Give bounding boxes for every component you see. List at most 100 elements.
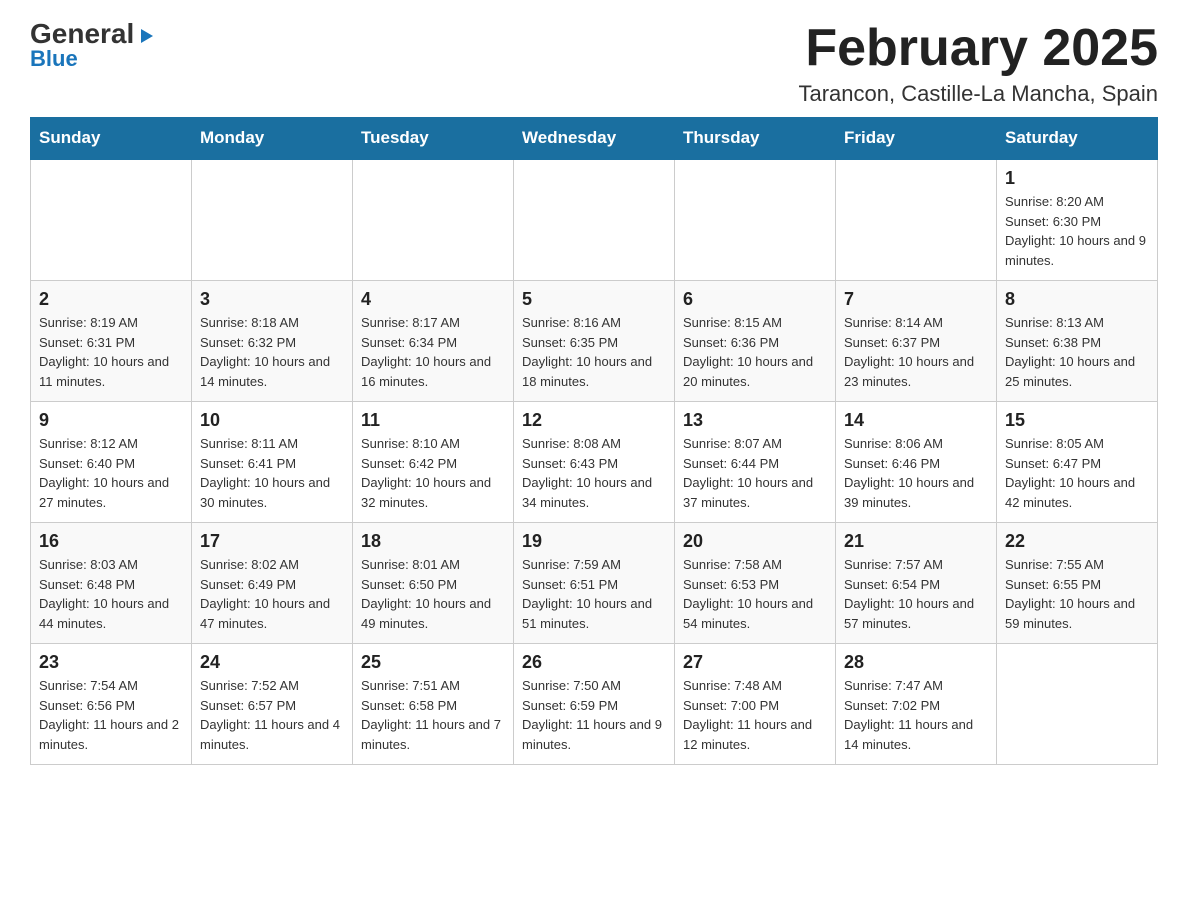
day-info: Sunrise: 7:59 AMSunset: 6:51 PMDaylight:…	[522, 555, 666, 633]
calendar-cell: 14 Sunrise: 8:06 AMSunset: 6:46 PMDayligh…	[836, 402, 997, 523]
day-number: 22	[1005, 531, 1149, 552]
month-title: February 2025	[798, 20, 1158, 77]
calendar-cell: 5 Sunrise: 8:16 AMSunset: 6:35 PMDaylight…	[514, 281, 675, 402]
day-number: 1	[1005, 168, 1149, 189]
calendar-cell	[675, 159, 836, 281]
day-info: Sunrise: 8:08 AMSunset: 6:43 PMDaylight:…	[522, 434, 666, 512]
day-info: Sunrise: 8:20 AMSunset: 6:30 PMDaylight:…	[1005, 192, 1149, 270]
calendar-cell	[836, 159, 997, 281]
calendar-cell: 4Sunrise: 8:17 AMSunset: 6:34 PMDaylight…	[353, 281, 514, 402]
calendar-cell: 19 Sunrise: 7:59 AMSunset: 6:51 PMDayligh…	[514, 523, 675, 644]
day-number: 5	[522, 289, 666, 310]
page-header: General Blue February 2025 Tarancon, Cas…	[30, 20, 1158, 107]
day-info: Sunrise: 8:16 AMSunset: 6:35 PMDaylight:…	[522, 313, 666, 391]
day-number: 12	[522, 410, 666, 431]
calendar-cell: 13 Sunrise: 8:07 AMSunset: 6:44 PMDayligh…	[675, 402, 836, 523]
calendar-cell: 28Sunrise: 7:47 AMSunset: 7:02 PMDayligh…	[836, 644, 997, 765]
calendar-cell: 17 Sunrise: 8:02 AMSunset: 6:49 PMDayligh…	[192, 523, 353, 644]
day-info: Sunrise: 8:05 AMSunset: 6:47 PMDaylight:…	[1005, 434, 1149, 512]
day-info: Sunrise: 7:55 AMSunset: 6:55 PMDaylight:…	[1005, 555, 1149, 633]
day-info: Sunrise: 8:14 AMSunset: 6:37 PMDaylight:…	[844, 313, 988, 391]
day-info: Sunrise: 8:06 AMSunset: 6:46 PMDaylight:…	[844, 434, 988, 512]
calendar-cell: 1 Sunrise: 8:20 AMSunset: 6:30 PMDaylight…	[997, 159, 1158, 281]
day-info: Sunrise: 8:07 AMSunset: 6:44 PMDaylight:…	[683, 434, 827, 512]
calendar-cell: 22 Sunrise: 7:55 AMSunset: 6:55 PMDayligh…	[997, 523, 1158, 644]
calendar-header-thursday: Thursday	[675, 118, 836, 160]
day-number: 8	[1005, 289, 1149, 310]
day-info: Sunrise: 8:02 AMSunset: 6:49 PMDaylight:…	[200, 555, 344, 633]
day-info: Sunrise: 8:18 AMSunset: 6:32 PMDaylight:…	[200, 313, 344, 391]
day-info: Sunrise: 8:01 AMSunset: 6:50 PMDaylight:…	[361, 555, 505, 633]
day-info: Sunrise: 7:50 AMSunset: 6:59 PMDaylight:…	[522, 676, 666, 754]
day-info: Sunrise: 7:57 AMSunset: 6:54 PMDaylight:…	[844, 555, 988, 633]
day-number: 6	[683, 289, 827, 310]
calendar-cell: 23 Sunrise: 7:54 AMSunset: 6:56 PMDayligh…	[31, 644, 192, 765]
calendar-header-sunday: Sunday	[31, 118, 192, 160]
calendar-cell: 16Sunrise: 8:03 AMSunset: 6:48 PMDayligh…	[31, 523, 192, 644]
day-info: Sunrise: 8:19 AMSunset: 6:31 PMDaylight:…	[39, 313, 183, 391]
calendar-cell	[353, 159, 514, 281]
day-info: Sunrise: 7:52 AMSunset: 6:57 PMDaylight:…	[200, 676, 344, 754]
day-number: 25	[361, 652, 505, 673]
calendar-cell: 21 Sunrise: 7:57 AMSunset: 6:54 PMDayligh…	[836, 523, 997, 644]
title-area: February 2025 Tarancon, Castille-La Manc…	[798, 20, 1158, 107]
day-info: Sunrise: 7:54 AMSunset: 6:56 PMDaylight:…	[39, 676, 183, 754]
calendar-header-monday: Monday	[192, 118, 353, 160]
logo-blue-text: Blue	[30, 46, 78, 72]
calendar-cell	[514, 159, 675, 281]
calendar-cell: 27Sunrise: 7:48 AMSunset: 7:00 PMDayligh…	[675, 644, 836, 765]
calendar-header-friday: Friday	[836, 118, 997, 160]
calendar-cell: 24 Sunrise: 7:52 AMSunset: 6:57 PMDayligh…	[192, 644, 353, 765]
day-info: Sunrise: 8:17 AMSunset: 6:34 PMDaylight:…	[361, 313, 505, 391]
calendar-table: SundayMondayTuesdayWednesdayThursdayFrid…	[30, 117, 1158, 765]
day-number: 19	[522, 531, 666, 552]
day-number: 11	[361, 410, 505, 431]
calendar-cell	[31, 159, 192, 281]
day-number: 9	[39, 410, 183, 431]
calendar-week-row: 2 Sunrise: 8:19 AMSunset: 6:31 PMDaylight…	[31, 281, 1158, 402]
calendar-cell	[192, 159, 353, 281]
logo-triangle-icon	[137, 22, 155, 50]
calendar-cell: 15 Sunrise: 8:05 AMSunset: 6:47 PMDayligh…	[997, 402, 1158, 523]
day-number: 23	[39, 652, 183, 673]
day-info: Sunrise: 8:13 AMSunset: 6:38 PMDaylight:…	[1005, 313, 1149, 391]
calendar-week-row: 9 Sunrise: 8:12 AMSunset: 6:40 PMDaylight…	[31, 402, 1158, 523]
calendar-week-row: 1 Sunrise: 8:20 AMSunset: 6:30 PMDaylight…	[31, 159, 1158, 281]
day-number: 13	[683, 410, 827, 431]
logo: General Blue	[30, 20, 155, 72]
location-subtitle: Tarancon, Castille-La Mancha, Spain	[798, 81, 1158, 107]
day-number: 24	[200, 652, 344, 673]
calendar-cell: 25 Sunrise: 7:51 AMSunset: 6:58 PMDayligh…	[353, 644, 514, 765]
calendar-cell	[997, 644, 1158, 765]
calendar-cell: 11Sunrise: 8:10 AMSunset: 6:42 PMDayligh…	[353, 402, 514, 523]
calendar-cell: 6Sunrise: 8:15 AMSunset: 6:36 PMDaylight…	[675, 281, 836, 402]
day-number: 26	[522, 652, 666, 673]
day-number: 14	[844, 410, 988, 431]
calendar-cell: 2 Sunrise: 8:19 AMSunset: 6:31 PMDaylight…	[31, 281, 192, 402]
day-number: 10	[200, 410, 344, 431]
day-number: 27	[683, 652, 827, 673]
day-number: 28	[844, 652, 988, 673]
calendar-header-saturday: Saturday	[997, 118, 1158, 160]
calendar-header-wednesday: Wednesday	[514, 118, 675, 160]
calendar-cell: 12 Sunrise: 8:08 AMSunset: 6:43 PMDayligh…	[514, 402, 675, 523]
calendar-header-tuesday: Tuesday	[353, 118, 514, 160]
day-number: 15	[1005, 410, 1149, 431]
day-info: Sunrise: 7:58 AMSunset: 6:53 PMDaylight:…	[683, 555, 827, 633]
day-number: 18	[361, 531, 505, 552]
calendar-cell: 10Sunrise: 8:11 AMSunset: 6:41 PMDayligh…	[192, 402, 353, 523]
calendar-cell: 20Sunrise: 7:58 AMSunset: 6:53 PMDayligh…	[675, 523, 836, 644]
day-number: 7	[844, 289, 988, 310]
day-info: Sunrise: 7:51 AMSunset: 6:58 PMDaylight:…	[361, 676, 505, 754]
day-number: 2	[39, 289, 183, 310]
calendar-cell: 18 Sunrise: 8:01 AMSunset: 6:50 PMDayligh…	[353, 523, 514, 644]
day-info: Sunrise: 8:03 AMSunset: 6:48 PMDaylight:…	[39, 555, 183, 633]
calendar-cell: 8 Sunrise: 8:13 AMSunset: 6:38 PMDaylight…	[997, 281, 1158, 402]
calendar-cell: 3 Sunrise: 8:18 AMSunset: 6:32 PMDaylight…	[192, 281, 353, 402]
day-number: 3	[200, 289, 344, 310]
calendar-week-row: 16Sunrise: 8:03 AMSunset: 6:48 PMDayligh…	[31, 523, 1158, 644]
day-number: 17	[200, 531, 344, 552]
day-number: 21	[844, 531, 988, 552]
day-info: Sunrise: 8:12 AMSunset: 6:40 PMDaylight:…	[39, 434, 183, 512]
calendar-cell: 7 Sunrise: 8:14 AMSunset: 6:37 PMDaylight…	[836, 281, 997, 402]
